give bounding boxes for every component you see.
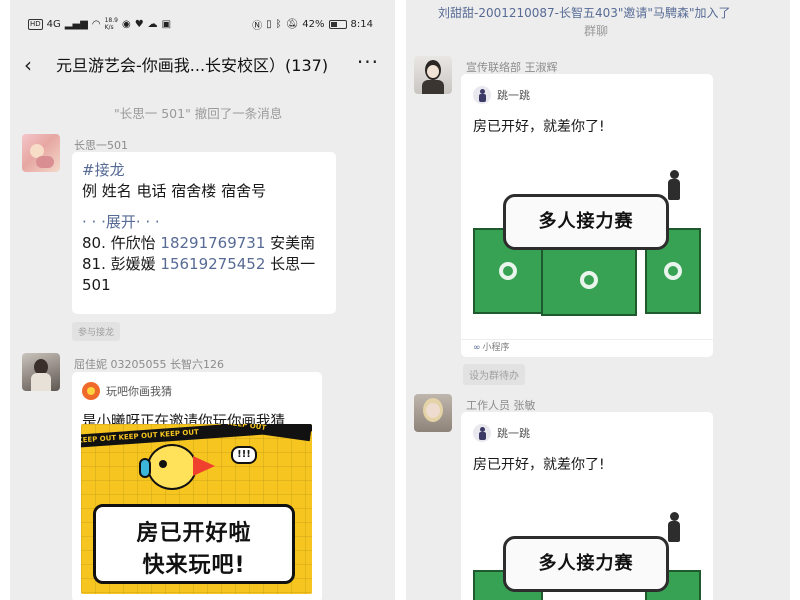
solitaire-entry: 80. 仵欣怡 18291769731 安美南	[82, 234, 316, 252]
mini-program-card[interactable]: 跳一跳 房已开好，就差你了! 多人接力赛	[461, 412, 713, 600]
bluetooth-icon: ᛒ	[275, 19, 282, 30]
join-notice-cont: 群聊	[584, 24, 609, 38]
network-speed-unit: K/s	[104, 24, 114, 31]
wechat-icon: ☁	[147, 18, 158, 30]
jump-app-logo-icon	[473, 86, 491, 104]
promo-line-1: 房已开好啦	[136, 521, 252, 546]
app-icon: ▣	[161, 18, 172, 30]
solitaire-tag[interactable]: #接龙	[82, 160, 315, 181]
mascot-icon	[139, 444, 197, 490]
signal-icon: ▂▄▆	[64, 18, 88, 30]
recall-notice: "长思一 501" 撤回了一条消息	[114, 106, 283, 121]
game-promo-image: KEEP OUT KEEP OUT KEEP OUT KEEP OUT !!! …	[81, 424, 312, 594]
app-name: 玩吧你画我猜	[106, 385, 172, 398]
game-invite-card[interactable]: 玩吧你画我猜 是小曦呀正在邀请你玩你画我猜 KEEP OUT KEEP OUT …	[72, 372, 322, 600]
hd-indicator: HD	[28, 18, 43, 30]
mini-program-card[interactable]: 跳一跳 房已开好，就差你了! 多人接力赛 ∞ 小程序	[461, 74, 713, 357]
more-dots-icon[interactable]: ···	[357, 50, 379, 74]
avatar[interactable]	[22, 134, 60, 172]
mute-icon: 🔕︎	[285, 19, 299, 30]
avatar[interactable]	[414, 56, 452, 94]
vibrate-icon: ▯	[266, 19, 272, 30]
sender-name: 屈佳妮 03205055 长智六126	[74, 358, 224, 371]
jumper-icon	[667, 512, 681, 542]
left-chat-screenshot: HD 4G ▂▄▆ ◠ 18.9 K/s ◉ ♥ ☁ ▣ Ⓝ ▯ ᛒ 🔕︎ 42…	[10, 0, 395, 600]
mini-program-label: 小程序	[482, 343, 510, 353]
join-notice: 刘甜甜-2001210087-长智五403"邀请"马騁森"加入了	[438, 6, 731, 20]
promo-panel: 房已开好啦 快来玩吧!	[93, 504, 295, 584]
chevron-left-icon[interactable]: ‹	[24, 53, 32, 77]
megaphone-icon	[193, 456, 215, 476]
app-name: 跳一跳	[497, 89, 530, 102]
signal-label: 4G	[46, 18, 61, 30]
join-solitaire-button[interactable]: 参与接龙	[72, 322, 121, 341]
wifi-icon: ◠	[91, 18, 101, 30]
eye-icon: ◉	[121, 18, 131, 30]
chat-header: ‹ 元旦游艺会-你画我...长安校区）(137) ···	[10, 46, 395, 82]
nfc-icon: Ⓝ	[252, 21, 263, 32]
battery-percent: 42%	[302, 19, 325, 30]
promo-line-2: 快来玩吧!	[142, 553, 246, 578]
phone-link[interactable]: 18291769731	[160, 234, 265, 252]
sender-name: 宣传联络部 王淑辉	[466, 61, 558, 74]
green-cube	[541, 244, 637, 316]
sender-name: 长思一501	[74, 139, 128, 152]
solitaire-entry: 81. 彭媛媛 15619275452 长思一	[82, 255, 316, 273]
heart-icon: ♥	[134, 18, 144, 30]
network-speed: 18.9	[104, 17, 118, 24]
relay-race-button: 多人接力赛	[503, 194, 669, 250]
solitaire-entry-cont: 501	[82, 276, 111, 294]
avatar[interactable]	[22, 353, 60, 391]
battery-icon	[328, 20, 347, 29]
set-group-todo-button[interactable]: 设为群待办	[463, 364, 525, 385]
card-title: 房已开好，就差你了!	[473, 457, 605, 473]
card-title: 房已开好，就差你了!	[473, 119, 605, 135]
sender-name: 工作人员 张敏	[466, 399, 536, 412]
right-chat-screenshot: 刘甜甜-2001210087-长智五403"邀请"马騁森"加入了 群聊 宣传联络…	[406, 0, 790, 600]
app-name: 跳一跳	[497, 427, 530, 440]
chat-title: 元旦游艺会-你画我...长安校区）(137)	[56, 56, 329, 75]
game-app-logo-icon	[82, 382, 100, 400]
mini-program-icon: ∞	[473, 343, 481, 353]
avatar[interactable]	[414, 394, 452, 432]
expand-link[interactable]: · · ·展开· · ·	[82, 212, 315, 233]
jumper-icon	[667, 170, 681, 200]
relay-race-button: 多人接力赛	[503, 536, 669, 592]
exclaim-bubble: !!!	[231, 446, 257, 464]
mini-program-footer: ∞ 小程序	[461, 339, 713, 357]
clock: 8:14	[350, 19, 373, 30]
status-bar: HD 4G ▂▄▆ ◠ 18.9 K/s ◉ ♥ ☁ ▣ Ⓝ ▯ ᛒ 🔕︎ 42…	[10, 0, 395, 46]
jump-app-logo-icon	[473, 424, 491, 442]
phone-link[interactable]: 15619275452	[160, 255, 265, 273]
solitaire-example: 例 姓名 电话 宿舍楼 宿舍号	[82, 182, 267, 200]
message-bubble[interactable]: #接龙 例 姓名 电话 宿舍楼 宿舍号 · · ·展开· · · 80. 仵欣怡…	[72, 152, 336, 314]
